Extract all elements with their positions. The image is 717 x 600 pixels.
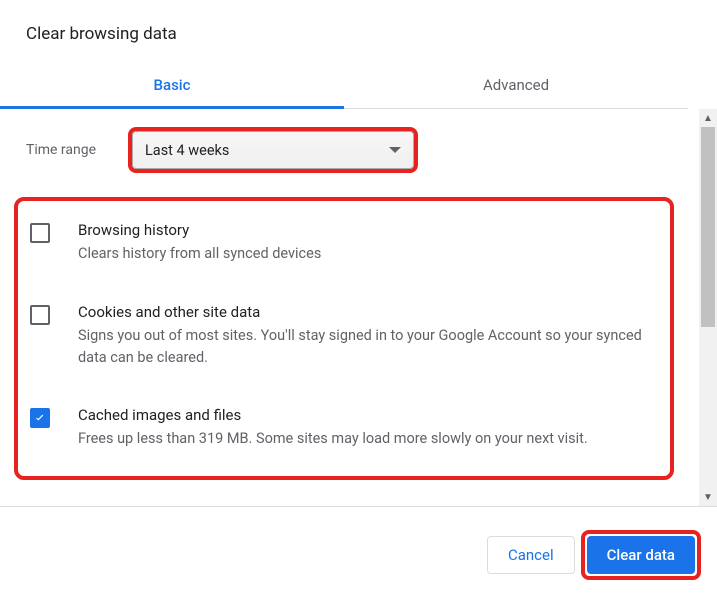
option-desc: Frees up less than 319 MB. Some sites ma… — [78, 428, 588, 450]
clear-data-button[interactable]: Clear data — [587, 536, 695, 574]
scroll-up-icon[interactable]: ▲ — [699, 109, 717, 127]
checkbox-browsing-history[interactable] — [30, 223, 50, 243]
checkbox-cookies[interactable] — [30, 305, 50, 325]
scrollbar[interactable]: ▲ ▼ — [699, 109, 717, 506]
option-cache: Cached images and files Frees up less th… — [28, 396, 660, 460]
chevron-down-icon — [389, 147, 401, 153]
clear-data-wrap: Clear data — [587, 536, 695, 574]
clear-browsing-data-dialog: Clear browsing data Basic Advanced Time … — [0, 0, 717, 600]
time-range-row: Time range Last 4 weeks — [0, 109, 688, 179]
content-scroll: Time range Last 4 weeks Browsing history — [0, 109, 688, 506]
option-title: Cookies and other site data — [78, 303, 658, 321]
option-desc: Signs you out of most sites. You'll stay… — [78, 325, 658, 369]
scroll-thumb[interactable] — [701, 127, 715, 327]
dialog-footer: Cancel Clear data — [0, 510, 717, 600]
time-range-select-wrap: Last 4 weeks — [132, 131, 414, 169]
time-range-value: Last 4 weeks — [145, 142, 229, 159]
dialog-title: Clear browsing data — [0, 0, 717, 56]
content-area: Time range Last 4 weeks Browsing history — [0, 109, 717, 507]
time-range-label: Time range — [26, 142, 132, 158]
option-text: Cookies and other site data Signs you ou… — [78, 303, 658, 369]
checkbox-cache[interactable] — [30, 408, 50, 428]
tab-basic[interactable]: Basic — [0, 64, 344, 108]
option-cookies: Cookies and other site data Signs you ou… — [28, 293, 660, 379]
option-text: Cached images and files Frees up less th… — [78, 406, 588, 450]
scroll-down-icon[interactable]: ▼ — [699, 488, 717, 506]
tab-advanced[interactable]: Advanced — [344, 64, 688, 108]
time-range-select[interactable]: Last 4 weeks — [132, 131, 414, 169]
option-title: Browsing history — [78, 221, 321, 239]
tab-bar: Basic Advanced — [0, 64, 688, 109]
options-block: Browsing history Clears history from all… — [14, 197, 674, 480]
option-text: Browsing history Clears history from all… — [78, 221, 321, 265]
option-title: Cached images and files — [78, 406, 588, 424]
option-desc: Clears history from all synced devices — [78, 243, 321, 265]
option-browsing-history: Browsing history Clears history from all… — [28, 211, 660, 275]
cancel-button[interactable]: Cancel — [487, 536, 575, 574]
